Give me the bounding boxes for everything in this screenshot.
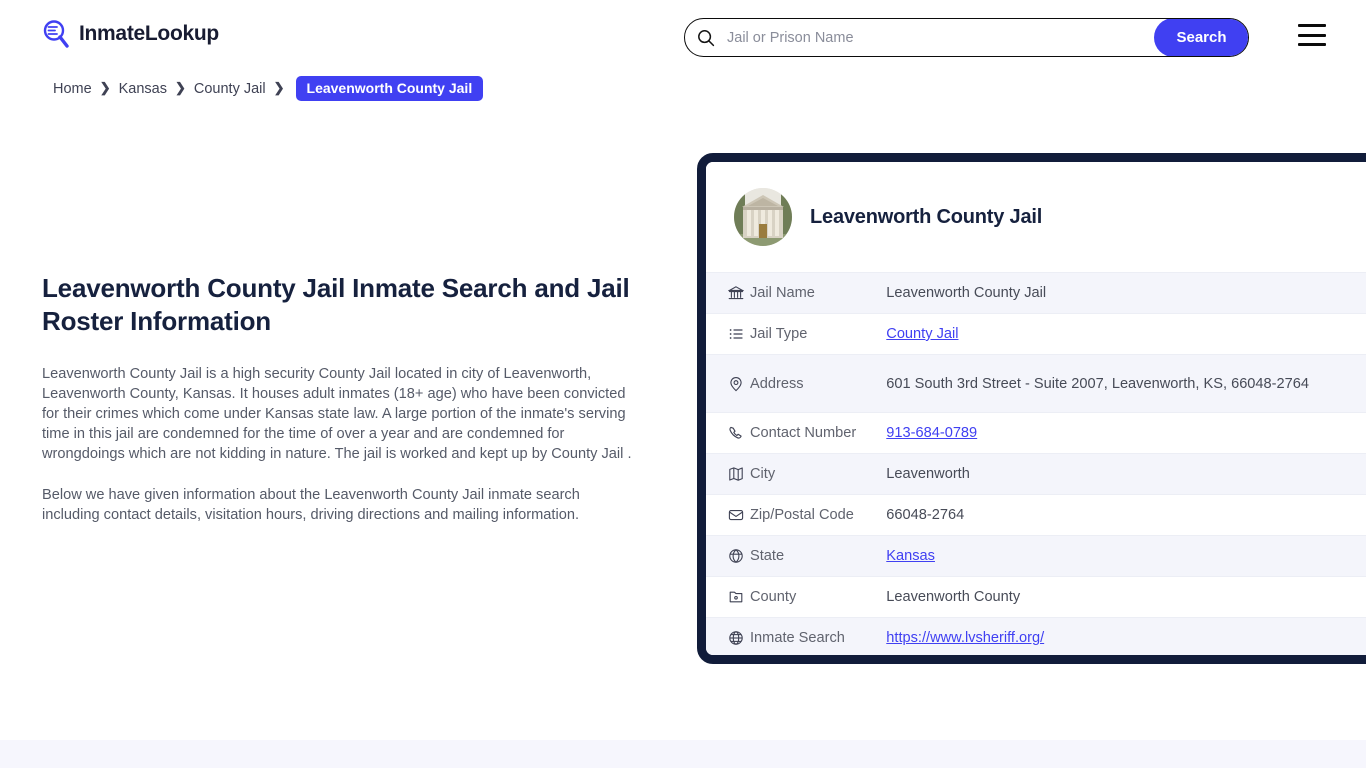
inmate-search-link[interactable]: https://www.lvsheriff.org/ <box>886 630 1044 646</box>
table-row: State Kansas <box>706 535 1366 577</box>
breadcrumb-separator: ❯ <box>99 79 111 95</box>
table-row: County Leavenworth County <box>706 576 1366 618</box>
globe-state-icon <box>706 535 750 577</box>
search-bar[interactable]: Search <box>684 18 1249 57</box>
bank-icon <box>706 272 750 314</box>
table-row: City Leavenworth <box>706 453 1366 495</box>
courthouse-building-photo <box>734 188 792 246</box>
site-header: InmateLookup Search <box>0 0 1366 73</box>
hamburger-bar-1 <box>1298 24 1326 27</box>
row-value: Leavenworth County Jail <box>886 272 1366 314</box>
breadcrumb-item-current: Leavenworth County Jail <box>295 76 484 101</box>
table-row: Address 601 South 3rd Street - Suite 200… <box>706 354 1366 413</box>
hamburger-menu-icon[interactable] <box>1298 24 1326 46</box>
page-title: Leavenworth County Jail Inmate Search an… <box>42 273 630 336</box>
footer-strip <box>0 740 1366 768</box>
row-label: Jail Name <box>750 272 887 314</box>
row-label: Contact Number <box>750 412 887 454</box>
row-label: Address <box>750 354 887 413</box>
state-link[interactable]: Kansas <box>886 548 935 564</box>
phone-icon <box>706 412 750 454</box>
row-value: County Jail <box>886 313 1366 355</box>
table-row: Jail Name Leavenworth County Jail <box>706 272 1366 314</box>
county-icon <box>706 576 750 618</box>
breadcrumb-item-kansas[interactable]: Kansas <box>119 81 167 97</box>
hamburger-bar-3 <box>1298 43 1326 46</box>
breadcrumb-item-home[interactable]: Home <box>53 81 92 97</box>
brand-logo-link[interactable]: InmateLookup <box>42 19 219 49</box>
row-label: City <box>750 453 887 495</box>
hamburger-bar-2 <box>1298 33 1326 37</box>
map-pin-icon <box>706 354 750 413</box>
description-paragraph-1: Leavenworth County Jail is a high securi… <box>42 366 632 462</box>
row-label: Inmate Search <box>750 617 887 655</box>
breadcrumb: Home ❯ Kansas ❯ County Jail ❯ Leavenwort… <box>53 76 484 101</box>
card-title: Leavenworth County Jail <box>810 205 1043 228</box>
main-content: Leavenworth County Jail Inmate Search an… <box>42 272 642 525</box>
breadcrumb-item-county-jail[interactable]: County Jail <box>194 81 266 97</box>
table-row: Inmate Search https://www.lvsheriff.org/ <box>706 617 1366 655</box>
breadcrumb-separator: ❯ <box>273 79 285 95</box>
jail-type-link[interactable]: County Jail <box>886 326 958 342</box>
card-header: Leavenworth County Jail <box>706 162 1366 272</box>
jail-info-card: Leavenworth County Jail Jail Name Leaven… <box>697 153 1366 664</box>
row-value: Leavenworth County <box>886 576 1366 618</box>
table-row: Contact Number 913-684-0789 <box>706 412 1366 454</box>
row-value: 601 South 3rd Street - Suite 2007, Leave… <box>886 354 1366 413</box>
breadcrumb-separator: ❯ <box>174 79 186 95</box>
brand-name: InmateLookup <box>79 22 219 45</box>
row-value: https://www.lvsheriff.org/ <box>886 617 1366 655</box>
row-value: 913-684-0789 <box>886 412 1366 454</box>
list-icon <box>706 313 750 355</box>
row-label: County <box>750 576 887 618</box>
search-icon <box>697 29 715 47</box>
table-row: Jail Type County Jail <box>706 313 1366 355</box>
jail-info-table: Jail Name Leavenworth County Jail Jail T… <box>706 272 1366 655</box>
magnifier-list-logo-icon <box>42 19 70 49</box>
row-value: 66048-2764 <box>886 494 1366 536</box>
search-button[interactable]: Search <box>1154 19 1248 56</box>
row-value: Kansas <box>886 535 1366 577</box>
globe-icon <box>706 617 750 655</box>
row-label: Jail Type <box>750 313 887 355</box>
search-input[interactable] <box>721 19 1154 56</box>
description-paragraph-2: Below we have given information about th… <box>42 487 580 523</box>
map-icon <box>706 453 750 495</box>
row-value: Leavenworth <box>886 453 1366 495</box>
row-label: State <box>750 535 887 577</box>
row-label: Zip/Postal Code <box>750 494 887 536</box>
phone-link[interactable]: 913-684-0789 <box>886 425 977 441</box>
table-row: Zip/Postal Code 66048-2764 <box>706 494 1366 536</box>
envelope-icon <box>706 494 750 536</box>
